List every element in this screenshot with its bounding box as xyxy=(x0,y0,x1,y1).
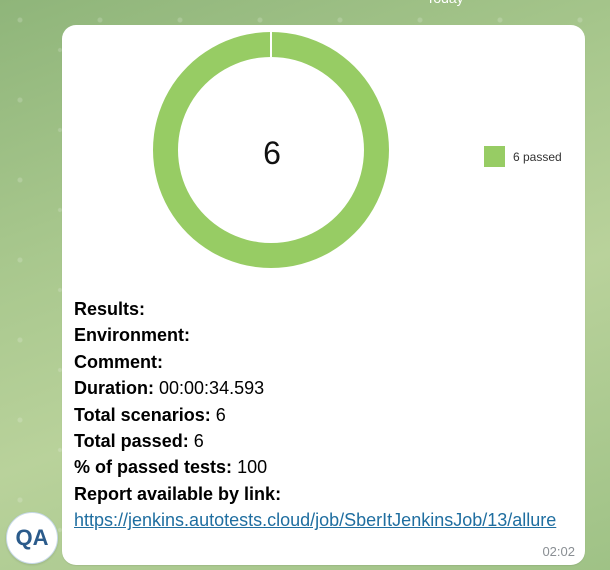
donut-chart: 6 6 passed xyxy=(62,25,585,290)
field-environment: Environment: xyxy=(74,322,579,348)
field-value: 6 xyxy=(193,431,204,452)
field-value: 6 xyxy=(215,404,226,425)
field-duration: Duration: 00:00:34.593 xyxy=(74,375,579,401)
date-separator: Today xyxy=(405,0,485,8)
report-link[interactable]: https://jenkins.autotests.cloud/job/Sber… xyxy=(74,510,556,530)
field-value: 00:00:34.593 xyxy=(159,378,265,399)
field-label: % of passed tests: xyxy=(74,457,233,478)
message-text: Results: Environment: Comment: Duration:… xyxy=(74,296,579,534)
field-label: Environment: xyxy=(74,325,191,346)
field-label: Total passed: xyxy=(74,431,189,452)
field-label: Report available by link: xyxy=(74,483,282,504)
chart-legend: 6 passed xyxy=(484,146,562,167)
message-time: 02:02 xyxy=(542,544,575,559)
field-value: 100 xyxy=(237,457,268,478)
donut-total-label: 6 xyxy=(263,135,281,171)
field-total-passed: Total passed: 6 xyxy=(74,428,579,454)
field-label: Comment: xyxy=(74,351,163,372)
field-percent-passed: % of passed tests: 100 xyxy=(74,454,579,480)
field-results: Results: xyxy=(74,296,579,322)
field-label: Total scenarios: xyxy=(74,404,211,425)
field-comment: Comment: xyxy=(74,349,579,375)
field-label: Duration: xyxy=(74,378,154,399)
message-bubble[interactable]: 6 6 passed Results: Environment: Comment… xyxy=(62,25,585,565)
legend-label-passed: 6 passed xyxy=(513,149,562,164)
sender-avatar[interactable]: QA xyxy=(6,512,58,564)
field-total-scenarios: Total scenarios: 6 xyxy=(74,402,579,428)
legend-swatch-passed xyxy=(484,146,505,167)
field-label: Results: xyxy=(74,299,146,319)
field-report-link-label: Report available by link: xyxy=(74,481,579,507)
